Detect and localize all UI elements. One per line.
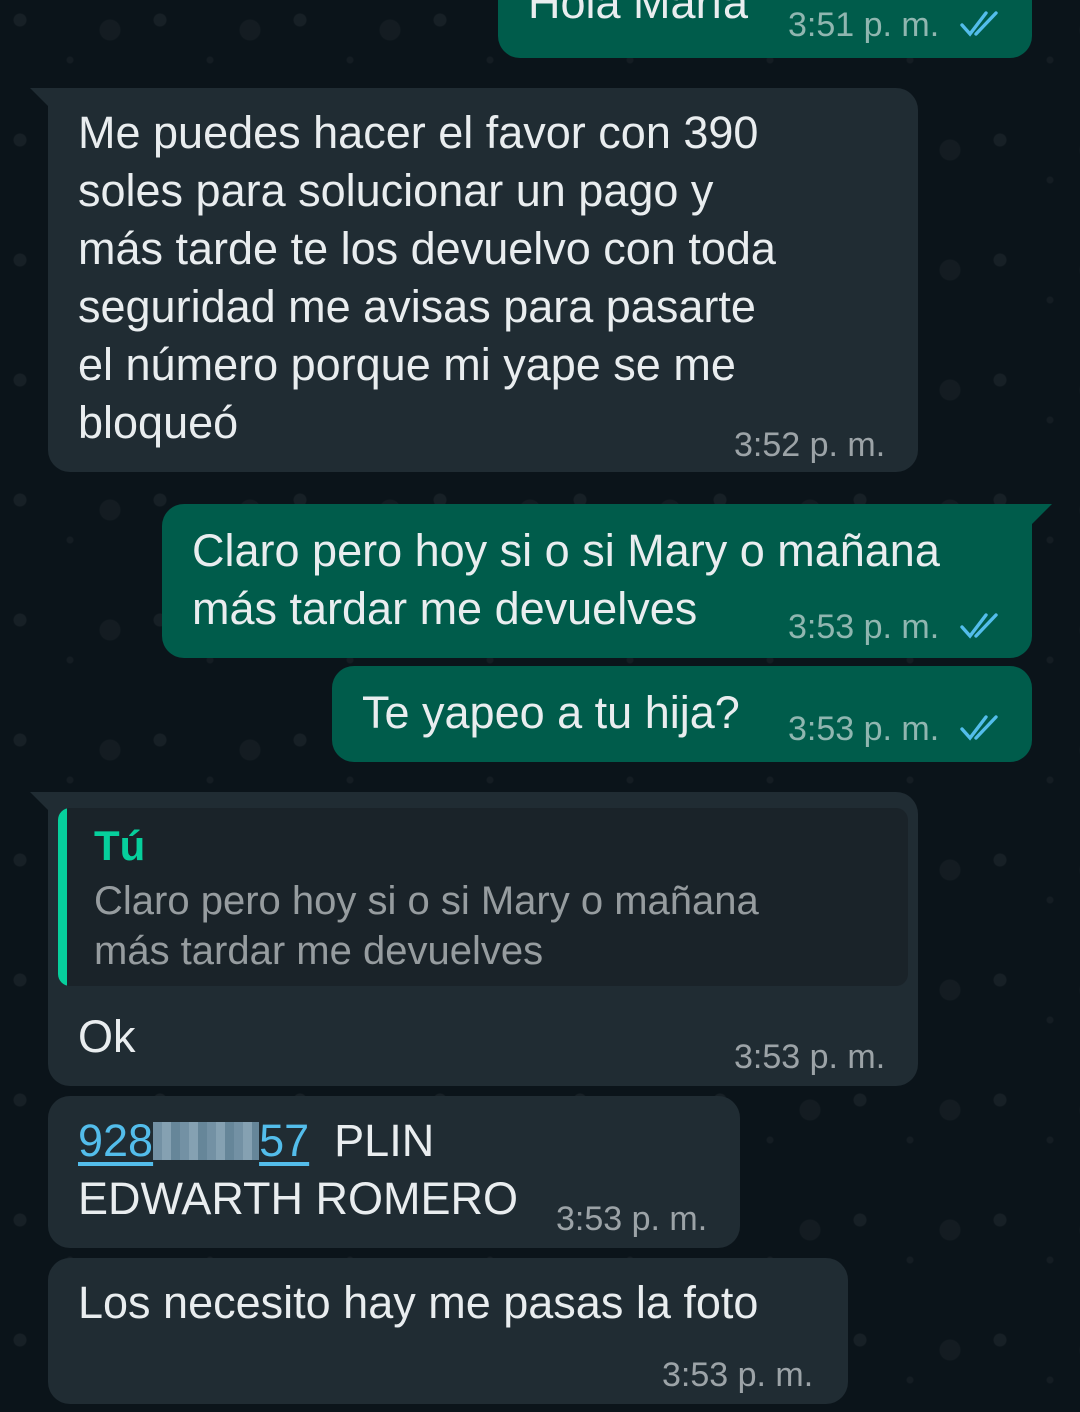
message-outgoing-1[interactable]: Hola María 3:51 p. m. [498, 0, 1032, 58]
message-time: 3:53 p. m. [788, 608, 940, 646]
message-time: 3:53 p. m. [788, 710, 940, 748]
quote-accent-bar [58, 808, 67, 986]
message-outgoing-2[interactable]: Claro pero hoy si o si Mary o mañana más… [162, 504, 1032, 658]
phone-number-link[interactable]: 928 57 [78, 1115, 309, 1166]
message-line: el número porque mi yape se me [78, 339, 736, 390]
message-line: Me puedes hacer el favor con 390 [78, 107, 759, 158]
message-text: Hola María [528, 0, 749, 28]
message-line: soles para solucionar un pago y [78, 165, 714, 216]
double-check-icon [960, 715, 998, 741]
quoted-message[interactable]: Tú Claro pero hoy si o si Mary o mañana … [58, 808, 908, 986]
message-text: Ok [78, 1011, 136, 1062]
message-incoming-1[interactable]: Me puedes hacer el favor con 390 soles p… [48, 88, 918, 472]
message-incoming-3[interactable]: 928 57 PLIN EDWARTH ROMERO 3:53 p. m. [48, 1096, 740, 1248]
message-time: 3:51 p. m. [788, 6, 940, 44]
double-check-icon [960, 613, 998, 639]
message-line: Claro pero hoy si o si Mary o mañana [192, 525, 940, 576]
message-line: seguridad me avisas para pasarte [78, 281, 756, 332]
double-check-icon [960, 11, 998, 37]
quote-author: Tú [94, 822, 146, 869]
payment-label: PLIN [334, 1115, 435, 1166]
message-time: 3:53 p. m. [556, 1200, 708, 1238]
message-time: 3:52 p. m. [734, 426, 886, 464]
message-outgoing-3[interactable]: Te yapeo a tu hija? 3:53 p. m. [332, 666, 1032, 762]
message-line: más tardar me devuelves [192, 583, 698, 634]
message-time: 3:53 p. m. [662, 1356, 814, 1394]
phone-line: 928 57 PLIN [78, 1112, 434, 1170]
message-line: más tarde te los devuelvo con toda [78, 223, 776, 274]
quote-line: Claro pero hoy si o si Mary o mañana [94, 879, 759, 923]
contact-name: EDWARTH ROMERO [78, 1173, 519, 1224]
message-incoming-4[interactable]: Los necesito hay me pasas la foto 3:53 p… [48, 1258, 848, 1404]
message-time: 3:53 p. m. [734, 1038, 886, 1076]
bubble-tail [1030, 504, 1052, 526]
message-line: bloqueó [78, 397, 239, 448]
message-text: Te yapeo a tu hija? [362, 687, 740, 738]
message-text: Los necesito hay me pasas la foto [78, 1277, 759, 1328]
quote-line: más tardar me devuelves [94, 929, 544, 973]
redacted-digits [153, 1122, 260, 1160]
